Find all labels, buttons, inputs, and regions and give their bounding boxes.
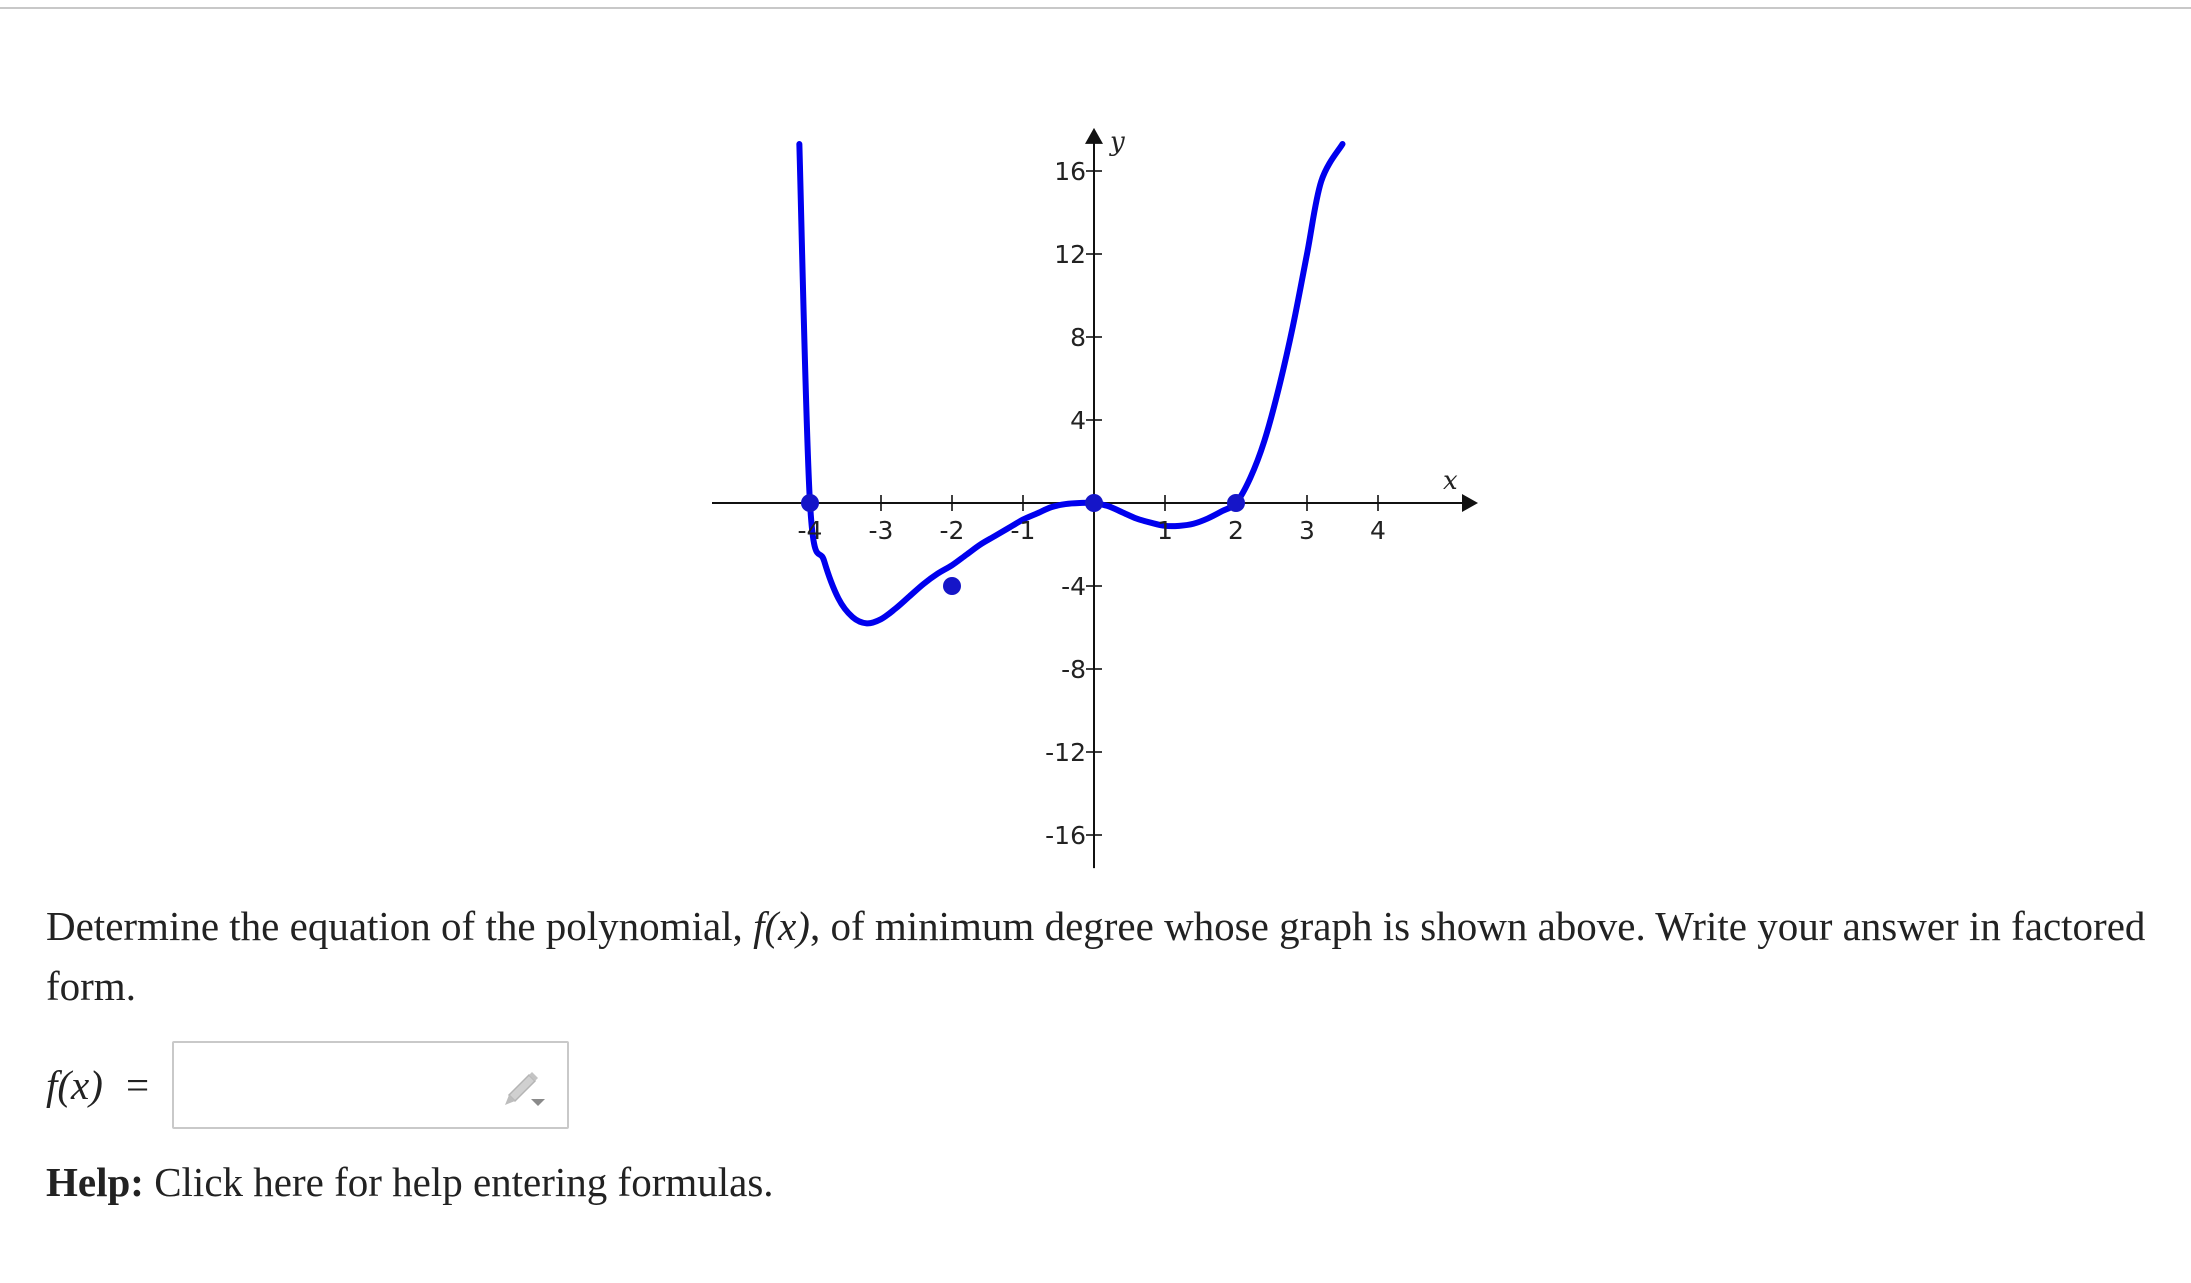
help-row: Help: Click here for help entering formu… bbox=[46, 1152, 774, 1212]
answer-row: f(x) = bbox=[46, 1040, 569, 1130]
x-tick-label: -4 bbox=[798, 516, 823, 545]
marked-point bbox=[1085, 494, 1103, 512]
y-tick-label: 16 bbox=[1054, 157, 1086, 186]
curve-layer bbox=[796, 141, 1346, 627]
x-axis-title: x bbox=[1443, 466, 1458, 496]
x-tick-label: -2 bbox=[940, 516, 965, 545]
x-axis-arrow bbox=[1462, 494, 1478, 512]
help-link[interactable]: Click here for help entering formulas. bbox=[144, 1159, 773, 1205]
question-part1: Determine the equation of the polynomial… bbox=[46, 903, 754, 949]
x-tick-label: -3 bbox=[869, 516, 894, 545]
question-fx: f(x) bbox=[753, 903, 810, 949]
marked-point bbox=[1227, 494, 1245, 512]
marked-point bbox=[801, 494, 819, 512]
x-tick-label: 3 bbox=[1299, 516, 1315, 545]
y-tick-label: 12 bbox=[1054, 240, 1086, 269]
answer-box[interactable] bbox=[172, 1041, 569, 1129]
y-tick-label: -8 bbox=[1061, 655, 1086, 684]
marked-point bbox=[943, 577, 961, 595]
x-tick-label: 2 bbox=[1228, 516, 1244, 545]
y-tick-label: -12 bbox=[1045, 738, 1086, 767]
y-axis-title: y bbox=[1109, 127, 1125, 157]
y-tick-label: -4 bbox=[1061, 572, 1086, 601]
tick-labels: xy-4 -3 -2 -1 1 2 3 4161284-4-8-12-16 bbox=[798, 127, 1458, 850]
question-text: Determine the equation of the polynomial… bbox=[46, 896, 2156, 1016]
y-tick-label: -16 bbox=[1045, 821, 1086, 850]
x-tick-label: -1 bbox=[1011, 516, 1036, 545]
help-label: Help: bbox=[46, 1159, 144, 1205]
y-tick-label: 8 bbox=[1070, 323, 1086, 352]
polynomial-graph: xy-4 -3 -2 -1 1 2 3 4161284-4-8-12-16 bbox=[712, 127, 1478, 869]
x-tick-label: 4 bbox=[1370, 516, 1386, 545]
x-tick-label: 1 bbox=[1157, 516, 1173, 545]
answer-label: f(x) = bbox=[46, 1062, 152, 1108]
y-axis-arrow bbox=[1085, 127, 1103, 144]
pencil-icon[interactable] bbox=[501, 1069, 547, 1109]
y-tick-label: 4 bbox=[1070, 406, 1086, 435]
polynomial-curve bbox=[796, 141, 1346, 627]
answer-input[interactable] bbox=[184, 1053, 488, 1119]
